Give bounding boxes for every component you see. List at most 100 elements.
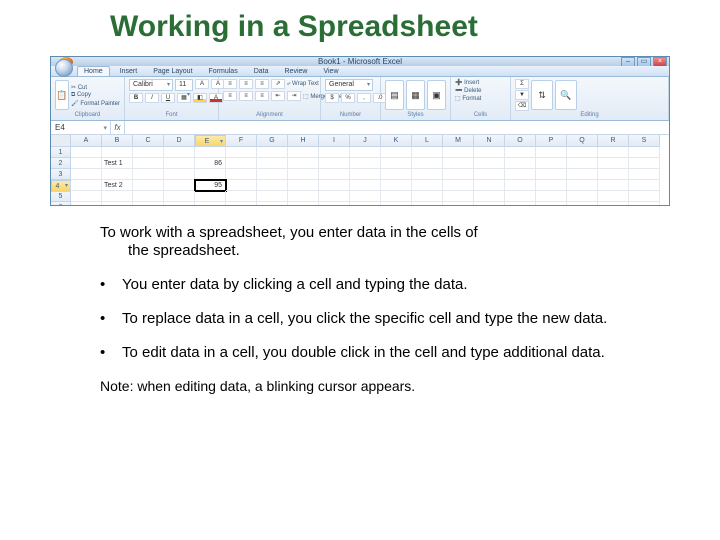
align-middle-button[interactable]: ≡ <box>239 79 253 89</box>
cell[interactable] <box>71 191 102 202</box>
cell[interactable] <box>412 191 443 202</box>
copy-button[interactable]: ⧉ Copy <box>71 92 120 99</box>
column-header[interactable]: B <box>102 135 133 147</box>
cell[interactable] <box>381 191 412 202</box>
number-format-select[interactable]: General <box>325 79 373 91</box>
cell[interactable] <box>567 158 598 169</box>
cell[interactable] <box>226 147 257 158</box>
cell[interactable] <box>195 202 226 206</box>
align-bottom-button[interactable]: ≡ <box>255 79 269 89</box>
format-painter-button[interactable]: 🖌 Format Painter <box>71 100 120 107</box>
cell[interactable] <box>164 191 195 202</box>
orientation-button[interactable]: ⇗ <box>271 79 285 89</box>
align-right-button[interactable]: ≡ <box>255 91 269 101</box>
cell[interactable] <box>474 169 505 180</box>
column-header[interactable]: M <box>443 135 474 147</box>
cell[interactable] <box>567 202 598 206</box>
cell[interactable] <box>195 147 226 158</box>
format-as-table-button[interactable]: ▦ <box>406 80 425 110</box>
cell[interactable] <box>381 158 412 169</box>
cell[interactable] <box>381 147 412 158</box>
cell-styles-button[interactable]: ▣ <box>427 80 446 110</box>
row-header[interactable]: 6 <box>51 202 71 206</box>
cell[interactable] <box>226 191 257 202</box>
cell[interactable] <box>288 147 319 158</box>
cell[interactable] <box>257 180 288 191</box>
tab-formulas[interactable]: Formulas <box>203 67 244 76</box>
cell[interactable] <box>598 191 629 202</box>
cell[interactable] <box>71 169 102 180</box>
column-header[interactable]: F <box>226 135 257 147</box>
cell[interactable] <box>319 202 350 206</box>
cell[interactable] <box>133 191 164 202</box>
align-left-button[interactable]: ≡ <box>223 91 237 101</box>
bold-button[interactable]: B <box>129 93 143 103</box>
cell[interactable] <box>71 180 102 191</box>
cell[interactable] <box>443 180 474 191</box>
find-select-button[interactable]: 🔍 <box>555 80 577 110</box>
cell[interactable] <box>133 169 164 180</box>
fill-button[interactable]: ▼ <box>515 90 529 100</box>
italic-button[interactable]: I <box>145 93 159 103</box>
cell[interactable] <box>629 191 660 202</box>
cell[interactable] <box>567 147 598 158</box>
align-top-button[interactable]: ≡ <box>223 79 237 89</box>
column-header[interactable]: R <box>598 135 629 147</box>
cell[interactable] <box>443 147 474 158</box>
cell[interactable] <box>536 180 567 191</box>
column-header[interactable]: N <box>474 135 505 147</box>
column-header[interactable]: A <box>71 135 102 147</box>
cell[interactable] <box>536 158 567 169</box>
row-header[interactable]: 3 <box>51 169 71 180</box>
cell[interactable] <box>226 158 257 169</box>
cell[interactable] <box>133 180 164 191</box>
cell[interactable] <box>319 191 350 202</box>
insert-cells-button[interactable]: ➕ Insert <box>455 79 479 86</box>
clear-button[interactable]: ⌫ <box>515 101 529 111</box>
cell[interactable] <box>102 169 133 180</box>
cell[interactable] <box>350 202 381 206</box>
sort-filter-button[interactable]: ⇅ <box>531 80 553 110</box>
column-header[interactable]: L <box>412 135 443 147</box>
cell[interactable] <box>164 147 195 158</box>
cell[interactable] <box>474 202 505 206</box>
tab-insert[interactable]: Insert <box>114 67 144 76</box>
cell[interactable] <box>288 169 319 180</box>
row-header[interactable]: 1 <box>51 147 71 158</box>
column-header[interactable]: G <box>257 135 288 147</box>
cell[interactable] <box>629 180 660 191</box>
tab-view[interactable]: View <box>317 67 344 76</box>
cell[interactable] <box>133 147 164 158</box>
cell[interactable] <box>443 191 474 202</box>
column-header[interactable]: Q <box>567 135 598 147</box>
cell[interactable] <box>536 147 567 158</box>
cell[interactable] <box>598 180 629 191</box>
cell[interactable] <box>102 147 133 158</box>
column-header[interactable]: D <box>164 135 195 147</box>
cell[interactable] <box>350 180 381 191</box>
window-close-button[interactable]: × <box>653 57 667 67</box>
cell[interactable] <box>319 180 350 191</box>
comma-button[interactable]: , <box>357 93 371 103</box>
underline-button[interactable]: U <box>161 93 175 103</box>
cell[interactable] <box>474 158 505 169</box>
cell[interactable] <box>629 158 660 169</box>
cell[interactable] <box>71 202 102 206</box>
column-header[interactable]: H <box>288 135 319 147</box>
cell[interactable] <box>505 147 536 158</box>
cell[interactable]: 86 <box>195 158 226 169</box>
cell[interactable] <box>412 202 443 206</box>
column-header[interactable]: I <box>319 135 350 147</box>
row-header[interactable]: 2 <box>51 158 71 169</box>
cell[interactable] <box>567 169 598 180</box>
cell[interactable] <box>505 180 536 191</box>
cell[interactable] <box>567 191 598 202</box>
cell[interactable] <box>257 169 288 180</box>
cell[interactable] <box>133 158 164 169</box>
cell[interactable] <box>319 147 350 158</box>
font-size-select[interactable]: 11 <box>175 79 193 91</box>
column-header[interactable]: C <box>133 135 164 147</box>
cell[interactable] <box>381 180 412 191</box>
tab-data[interactable]: Data <box>248 67 275 76</box>
cell[interactable] <box>319 158 350 169</box>
